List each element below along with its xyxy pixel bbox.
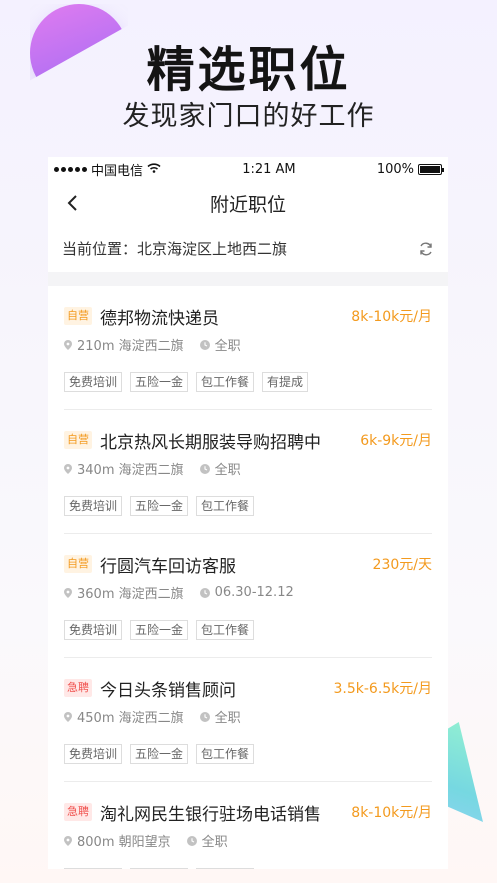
phone-screen: 中国电信 1:21 AM 100% 附近职位 当前位置：北京海淀区上地西二旗 自… — [48, 157, 448, 869]
wifi-icon — [147, 162, 161, 176]
job-title: 淘礼网民生银行驻场电话销售 — [100, 804, 321, 825]
clock: 1:21 AM — [242, 161, 296, 177]
job-badge: 自营 — [64, 431, 92, 449]
job-badge: 急聘 — [64, 803, 92, 821]
location-bar: 当前位置：北京海淀区上地西二旗 — [48, 225, 448, 272]
job-title: 德邦物流快递员 — [100, 308, 219, 329]
chevron-left-icon — [67, 195, 77, 211]
job-type: 06.30-12.12 — [214, 585, 294, 600]
job-distance: 210m 海淀西二旗 — [77, 339, 184, 354]
job-distance: 800m 朝阳望京 — [77, 835, 171, 850]
job-tag: 免费培训 — [64, 868, 123, 869]
job-tag: 五险一金 — [130, 620, 189, 640]
job-tags: 免费培训五险一金包工作餐 — [64, 744, 432, 764]
job-tag: 五险一金 — [130, 868, 189, 869]
hero-subtitle: 发现家门口的好工作 — [122, 101, 375, 132]
job-title: 行圆汽车回访客服 — [100, 556, 236, 577]
location-pin-icon — [64, 711, 72, 722]
job-tag: 包工作餐 — [196, 620, 255, 640]
refresh-icon — [420, 242, 432, 255]
job-title: 北京热风长期服装导购招聘中 — [100, 432, 321, 453]
job-tag: 包工作餐 — [196, 496, 255, 516]
job-list: 自营 德邦物流快递员 8k-10k元/月 210m 海淀西二旗 全职 免费培训五… — [48, 286, 448, 869]
job-distance: 360m 海淀西二旗 — [77, 587, 184, 602]
clock-icon — [199, 711, 210, 722]
current-location: 当前位置：北京海淀区上地西二旗 — [62, 240, 288, 258]
job-card[interactable]: 急聘 淘礼网民生银行驻场电话销售 8k-10k元/月 800m 朝阳望京 全职 … — [64, 782, 432, 869]
job-salary: 230元/天 — [372, 557, 432, 573]
signal-icon — [54, 166, 87, 172]
job-badge: 自营 — [64, 555, 92, 573]
job-type: 全职 — [201, 835, 228, 850]
job-distance: 340m 海淀西二旗 — [77, 463, 184, 478]
job-distance: 450m 海淀西二旗 — [77, 711, 184, 726]
job-tag: 免费培训 — [64, 372, 123, 392]
job-tag: 免费培训 — [64, 744, 123, 764]
nav-bar: 附近职位 — [48, 181, 448, 225]
job-type: 全职 — [214, 711, 241, 726]
back-button[interactable] — [58, 189, 86, 217]
location-pin-icon — [64, 835, 72, 846]
location-pin-icon — [64, 587, 72, 598]
hero-title: 精选职位 — [146, 42, 351, 98]
job-salary: 8k-10k元/月 — [351, 309, 432, 325]
job-salary: 8k-10k元/月 — [351, 805, 432, 821]
location-pin-icon — [64, 463, 72, 474]
job-tag: 五险一金 — [130, 372, 189, 392]
location-pin-icon — [64, 339, 72, 350]
job-tag: 免费培训 — [64, 620, 123, 640]
status-bar: 中国电信 1:21 AM 100% — [48, 157, 448, 181]
job-tags: 免费培训 五险一金 包工作餐 — [64, 868, 432, 869]
job-title: 今日头条销售顾问 — [100, 680, 236, 701]
job-salary: 3.5k-6.5k元/月 — [333, 681, 432, 697]
page-title: 附近职位 — [209, 193, 286, 216]
battery-percent: 100% — [376, 161, 414, 177]
job-type: 全职 — [214, 339, 241, 354]
job-tag: 包工作餐 — [196, 744, 255, 764]
job-card[interactable]: 自营 德邦物流快递员 8k-10k元/月 210m 海淀西二旗 全职 免费培训五… — [64, 286, 432, 410]
job-tag: 免费培训 — [64, 496, 123, 516]
job-tag: 五险一金 — [130, 744, 189, 764]
clock-icon — [199, 463, 210, 474]
job-tag: 包工作餐 — [196, 372, 255, 392]
job-tags: 免费培训五险一金包工作餐 — [64, 620, 432, 640]
job-card[interactable]: 急聘 今日头条销售顾问 3.5k-6.5k元/月 450m 海淀西二旗 全职 免… — [64, 658, 432, 782]
job-type: 全职 — [214, 463, 241, 478]
job-badge: 急聘 — [64, 679, 92, 697]
job-badge: 自营 — [64, 307, 92, 325]
clock-icon — [199, 339, 210, 350]
job-salary: 6k-9k元/月 — [360, 433, 432, 449]
job-tag: 五险一金 — [130, 496, 189, 516]
clock-icon — [186, 835, 197, 846]
job-tags: 免费培训 五险一金 包工作餐 有提成 — [64, 372, 432, 392]
job-tag: 有提成 — [262, 372, 309, 392]
job-card[interactable]: 自营 北京热风长期服装导购招聘中 6k-9k元/月 340m 海淀西二旗 全职 … — [64, 410, 432, 534]
battery-icon — [418, 163, 444, 175]
refresh-button[interactable] — [416, 239, 436, 259]
job-card[interactable]: 自营 行圆汽车回访客服 230元/天 360m 海淀西二旗 06.30-12.1… — [64, 534, 432, 658]
job-tag: 包工作餐 — [196, 868, 255, 869]
job-tags: 免费培训五险一金包工作餐 — [64, 496, 432, 516]
clock-icon — [199, 587, 210, 598]
carrier-label: 中国电信 — [91, 163, 144, 179]
